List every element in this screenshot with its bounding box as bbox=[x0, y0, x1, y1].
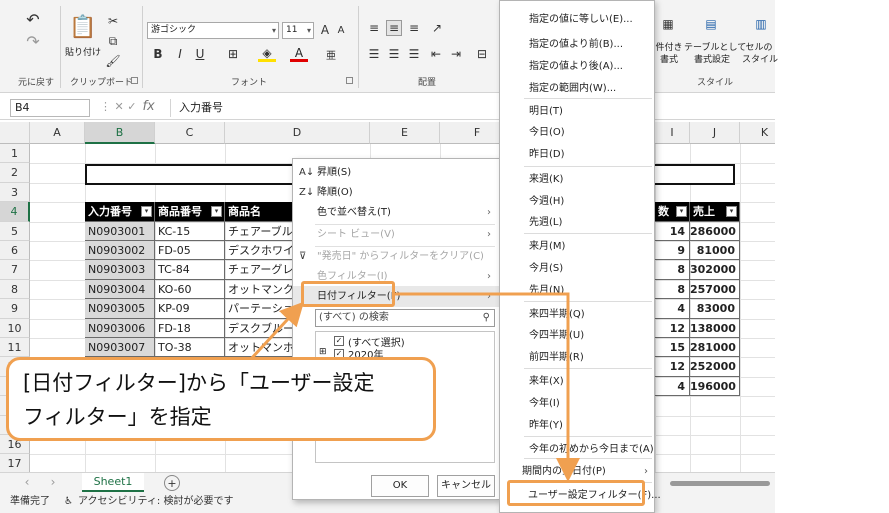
callout-line-2: フィルター」を指定 bbox=[23, 405, 212, 429]
instruction-callout: [日付フィルター]から「ユーザー設定 フィルター」を指定 bbox=[6, 357, 436, 441]
arrow-to-date-filter bbox=[248, 301, 305, 362]
callout-line-1: [日付フィルター]から「ユーザー設定 bbox=[23, 371, 375, 395]
